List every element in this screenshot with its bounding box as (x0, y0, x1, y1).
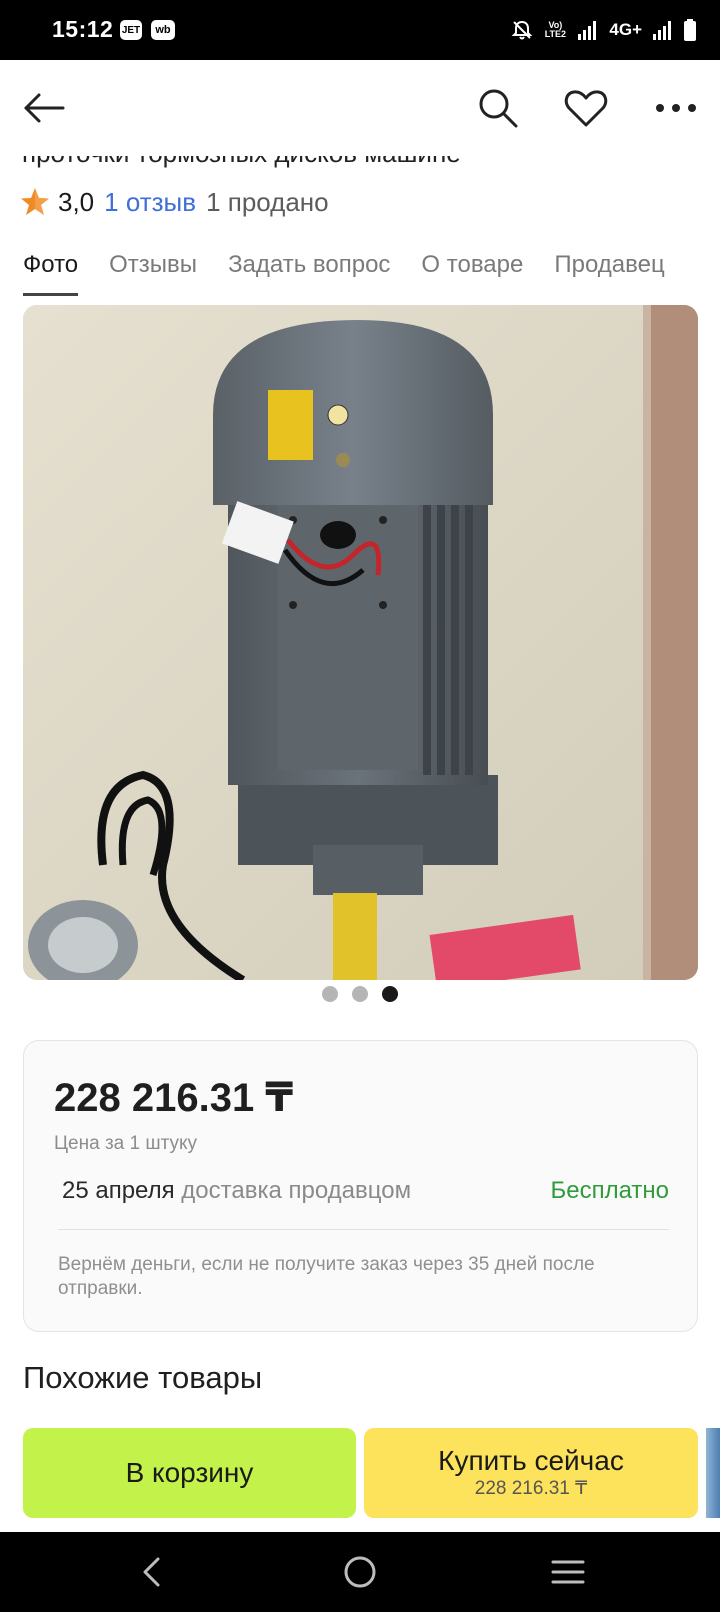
delivery-method: доставка продавцом (181, 1177, 412, 1204)
system-navigation-bar (0, 1532, 720, 1612)
heart-icon (564, 90, 608, 127)
wb-app-icon: wb (151, 20, 175, 40)
top-app-bar (0, 60, 720, 156)
bottom-action-bar: В корзину Купить сейчас 228 216.31 ₸ (0, 1420, 720, 1540)
signal-icon (578, 21, 597, 40)
add-to-cart-button[interactable]: В корзину (23, 1428, 356, 1518)
divider (58, 1229, 669, 1230)
nav-back-button[interactable] (128, 1548, 176, 1596)
back-button[interactable] (20, 84, 68, 132)
similar-products-heading: Похожие товары (23, 1360, 263, 1395)
delivery-cost: Бесплатно (550, 1177, 669, 1204)
home-circle-icon (344, 1556, 376, 1588)
pagination-dot-active[interactable] (382, 986, 398, 1002)
buy-now-button[interactable]: Купить сейчас 228 216.31 ₸ (364, 1428, 698, 1518)
more-options-button[interactable] (652, 84, 700, 132)
refund-guarantee: Вернём деньги, если не получите заказ че… (58, 1254, 595, 1299)
delivery-date: 25 апреля (62, 1177, 175, 1204)
more-dots-icon (656, 104, 696, 112)
status-time: 15:12 (52, 16, 114, 42)
product-photo[interactable] (23, 305, 698, 980)
tab-seller[interactable]: Продавец (554, 248, 664, 296)
price-per-unit-note: Цена за 1 штуку (54, 1133, 198, 1154)
pagination-dot[interactable] (322, 986, 338, 1002)
product-tabs: Фото Отзывы Задать вопрос О товаре Прода… (23, 248, 665, 296)
volte-indicator: Vo) LTE2 (544, 20, 567, 39)
sold-count: 1 продано (206, 186, 329, 217)
search-button[interactable] (474, 84, 522, 132)
tab-photo[interactable]: Фото (23, 248, 79, 296)
status-icons: Vo) LTE2 4G+ (511, 14, 696, 46)
reviews-link[interactable]: 1 отзыв (104, 187, 196, 218)
nav-recents-button[interactable] (544, 1548, 592, 1596)
favorite-button[interactable] (562, 84, 610, 132)
mute-notifications-icon (511, 20, 533, 40)
network-type: 4G+ (609, 20, 642, 39)
price-card: 228 216.31 ₸ Цена за 1 штуку 25 апреля д… (23, 1040, 698, 1332)
search-icon (479, 89, 518, 128)
delivery-info: 25 апреля доставка продавцом (62, 1177, 411, 1205)
rating-row: 3,0 1 отзыв 1 продано (20, 182, 329, 222)
tab-reviews[interactable]: Отзывы (109, 248, 197, 296)
gallery-pagination (0, 986, 720, 1002)
tab-ask-question[interactable]: Задать вопрос (228, 248, 390, 296)
arrow-left-icon (24, 93, 65, 123)
battery-icon (684, 19, 696, 41)
rating-value: 3,0 (58, 186, 95, 217)
jet-app-icon: JET (120, 20, 142, 40)
menu-lines-icon (551, 1560, 585, 1584)
price: 228 216.31 ₸ (54, 1076, 294, 1120)
product-page: 15:12 JET wb Vo) LTE2 4G+ проточки тормо… (0, 0, 720, 1612)
electric-motor-photo (23, 305, 698, 980)
signal-icon-2 (653, 21, 671, 40)
star-icon (21, 188, 49, 215)
similar-product-thumbnail-edge (706, 1428, 720, 1518)
pagination-dot[interactable] (352, 986, 368, 1002)
chevron-left-icon (143, 1557, 160, 1587)
status-bar: 15:12 JET wb Vo) LTE2 4G+ (0, 0, 720, 60)
tab-about-product[interactable]: О товаре (421, 248, 523, 296)
buy-now-price: 228 216.31 ₸ (474, 1478, 588, 1499)
buy-now-label: Купить сейчас (438, 1445, 624, 1476)
nav-home-button[interactable] (336, 1548, 384, 1596)
